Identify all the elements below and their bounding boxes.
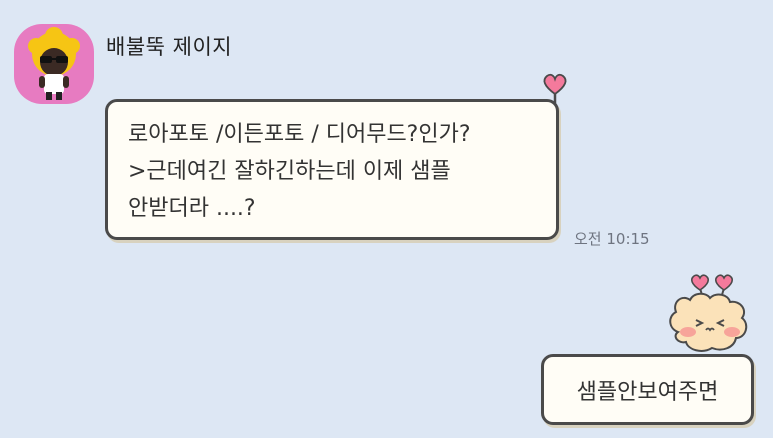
character-avatar-icon: [28, 27, 80, 100]
incoming-message-text: 로아포토 /이든포토 / 디어무드?인가? >근데여긴 잘하긴하는데 이제 샘플…: [128, 122, 471, 221]
bear-sticker-icon: [669, 274, 748, 352]
sender-name: 배불뚝 제이지: [106, 35, 233, 59]
outgoing-message-bubble[interactable]: 샘플안보여주면: [541, 354, 754, 425]
message-timestamp: 오전 10:15: [574, 230, 650, 248]
profile-avatar[interactable]: [14, 24, 94, 104]
incoming-message-bubble[interactable]: 로아포토 /이든포토 / 디어무드?인가? >근데여긴 잘하긴하는데 이제 샘플…: [105, 99, 559, 240]
outgoing-message-text: 샘플안보여주면: [576, 379, 719, 405]
